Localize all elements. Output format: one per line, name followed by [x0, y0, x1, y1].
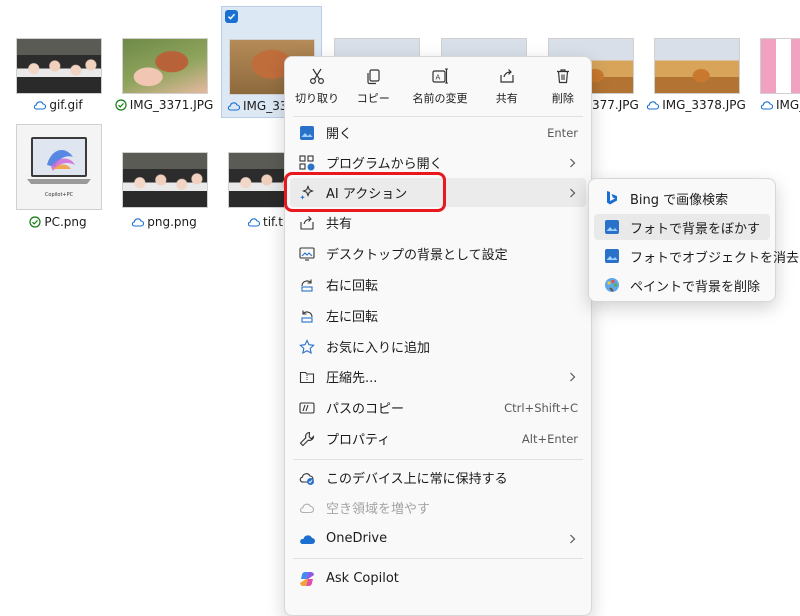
menu-item-free-up-space: 空き領域を増やす: [290, 493, 586, 522]
delete-button[interactable]: 削除: [535, 57, 591, 115]
divider: [293, 459, 583, 460]
menu-item-compress[interactable]: 圧縮先...: [290, 362, 586, 391]
thumbnail: [16, 38, 102, 94]
share-icon: [298, 214, 316, 232]
thumbnail: [760, 38, 800, 94]
menu-item-always-keep[interactable]: このデバイス上に常に保持する: [290, 463, 586, 492]
share-icon: [500, 68, 514, 83]
chevron-right-icon: [564, 158, 580, 168]
file-tile-pc[interactable]: Copilot+PC PC.png: [8, 124, 108, 234]
share-button[interactable]: 共有: [479, 57, 535, 115]
checkmark-icon: [227, 13, 236, 20]
quick-actions-row: 切り取り コピー A 名前の変更 共有 削除: [285, 57, 591, 115]
highlight-annotation-box: [284, 172, 446, 212]
file-tile-png[interactable]: png.png: [114, 124, 214, 234]
menu-item-properties[interactable]: プロパティ Alt+Enter: [290, 424, 586, 453]
file-name: png.png: [114, 215, 214, 229]
submenu-item-photos-erase-object[interactable]: フォトでオブジェクトを消去: [594, 243, 799, 269]
check-circle-icon: [115, 99, 127, 111]
cloud-icon: [247, 217, 260, 227]
menu-item-share[interactable]: 共有: [290, 208, 586, 237]
star-icon: [298, 338, 316, 356]
file-name: IMG_: [752, 98, 800, 112]
file-name: PC.png: [8, 215, 108, 229]
thumbnail: [122, 152, 208, 208]
submenu-item-photos-blur-background[interactable]: フォトで背景をぼかす: [594, 214, 770, 240]
ai-actions-submenu: Bing で画像検索 フォトで背景をぼかす フォトでオブジェクトを消去 ペイント…: [588, 178, 799, 302]
thumbnail: [122, 38, 208, 94]
rotate-right-icon: [298, 276, 316, 294]
chevron-right-icon: [564, 534, 580, 544]
menu-item-rotate-right[interactable]: 右に回転: [290, 270, 586, 299]
cloud-icon: [227, 101, 240, 111]
rename-button[interactable]: A 名前の変更: [401, 57, 478, 115]
wallpaper-icon: [298, 245, 316, 263]
svg-text:A: A: [436, 73, 441, 81]
chevron-right-icon: [564, 372, 580, 382]
thumbnail-laptop: Copilot+PC: [16, 124, 102, 210]
menu-item-add-favorite[interactable]: お気に入りに追加: [290, 332, 586, 361]
photos-icon: [604, 219, 620, 235]
menu-item-set-wallpaper[interactable]: デスクトップの背景として設定: [290, 239, 586, 268]
file-tile-img-3371[interactable]: IMG_3371.JPG: [114, 32, 214, 114]
file-tile-gif[interactable]: gif.gif: [8, 32, 108, 114]
file-tile-img-3378[interactable]: IMG_3378.JPG: [646, 32, 746, 114]
wrench-icon: [298, 430, 316, 448]
menu-item-onedrive[interactable]: OneDrive: [290, 524, 586, 553]
file-name: tif.t: [221, 215, 284, 229]
file-name-partial: 377.JPG: [592, 98, 639, 112]
cloud-keep-icon: [298, 469, 316, 487]
context-menu: 切り取り コピー A 名前の変更 共有 削除 開く Enter プログラムから開…: [284, 56, 592, 616]
onedrive-icon: [298, 530, 316, 548]
copy-icon: [367, 68, 380, 84]
file-name: IMG_3371.JPG: [114, 98, 214, 112]
file-tile-partial-right[interactable]: IMG_: [752, 32, 800, 114]
open-photo-icon: [298, 124, 316, 142]
bing-icon: [604, 190, 620, 206]
file-name: gif.gif: [8, 98, 108, 112]
file-name: IMG_3378.JPG: [646, 98, 746, 112]
copy-button[interactable]: コピー: [345, 57, 401, 115]
divider: [293, 558, 583, 559]
submenu-item-bing-image-search[interactable]: Bing で画像検索: [594, 185, 770, 211]
scissors-icon: [310, 68, 325, 84]
laptop-caption: Copilot+PC: [44, 192, 74, 198]
cut-button[interactable]: 切り取り: [289, 57, 345, 115]
menu-item-ask-copilot[interactable]: Ask Copilot: [290, 564, 586, 593]
thumbnail: [654, 38, 740, 94]
selection-checkbox[interactable]: [225, 10, 238, 23]
rename-icon: A: [432, 67, 448, 84]
file-tile-tif[interactable]: tif.t: [221, 124, 284, 234]
menu-item-open[interactable]: 開く Enter: [290, 118, 586, 147]
zip-icon: [298, 368, 316, 386]
open-with-icon: [298, 154, 316, 172]
menu-item-rotate-left[interactable]: 左に回転: [290, 301, 586, 330]
cloud-outline-icon: [298, 499, 316, 517]
chevron-right-icon: [564, 188, 580, 198]
path-copy-icon: [298, 399, 316, 417]
rotate-left-icon: [298, 307, 316, 325]
check-circle-icon: [29, 216, 41, 228]
divider: [293, 116, 583, 117]
submenu-item-paint-remove-background[interactable]: ペイントで背景を削除: [594, 272, 770, 298]
cloud-icon: [33, 100, 47, 110]
thumbnail: [228, 152, 284, 208]
cloud-icon: [760, 100, 773, 110]
cloud-icon: [646, 100, 660, 110]
menu-item-copy-path[interactable]: パスのコピー Ctrl+Shift+C: [290, 393, 586, 422]
copilot-icon: [298, 570, 316, 588]
trash-icon: [556, 68, 569, 83]
cloud-icon: [131, 217, 145, 227]
paint-icon: [604, 277, 620, 293]
photos-icon: [604, 248, 620, 264]
